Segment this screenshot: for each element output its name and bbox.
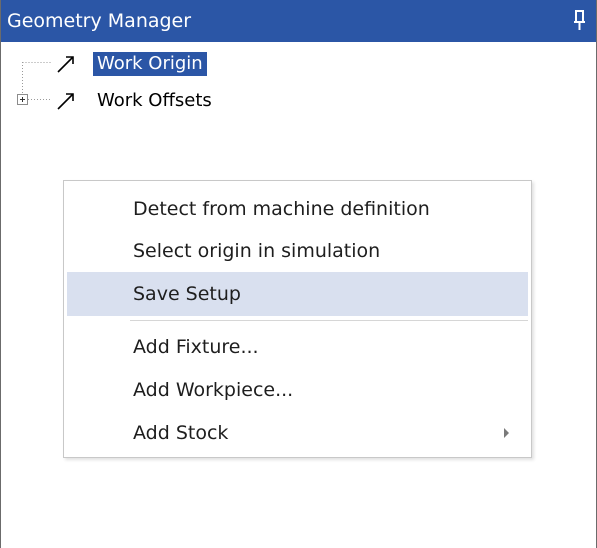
- menu-item-label: Save Setup: [133, 283, 241, 305]
- menu-item-label: Add Stock: [133, 422, 229, 444]
- menu-separator: [130, 320, 528, 321]
- menu-item-add-fixture[interactable]: Add Fixture...: [67, 325, 528, 369]
- tree-node-label: Work Origin: [93, 52, 207, 76]
- context-menu: Detect from machine definition Select or…: [63, 180, 532, 458]
- menu-item-add-workpiece[interactable]: Add Workpiece...: [67, 368, 528, 412]
- tree-node-work-offsets[interactable]: Work Offsets: [1, 86, 301, 116]
- panel-title-bar[interactable]: Geometry Manager: [1, 0, 596, 42]
- menu-item-add-stock[interactable]: Add Stock: [67, 411, 528, 455]
- submenu-arrow-icon: [504, 428, 509, 438]
- tree-node-label: Work Offsets: [97, 90, 212, 111]
- menu-item-label: Select origin in simulation: [133, 240, 381, 262]
- menu-item-label: Add Workpiece...: [133, 379, 294, 401]
- geometry-manager-panel: Geometry Manager Work Origin Work Offset…: [0, 0, 597, 548]
- panel-title: Geometry Manager: [7, 10, 192, 32]
- menu-item-detect-from-machine[interactable]: Detect from machine definition: [67, 187, 528, 231]
- menu-item-label: Add Fixture...: [133, 336, 259, 358]
- menu-item-label: Detect from machine definition: [133, 198, 430, 220]
- arrow-icon: [55, 53, 77, 79]
- tree-node-work-origin[interactable]: Work Origin: [1, 49, 301, 79]
- pin-icon[interactable]: [569, 9, 589, 33]
- arrow-icon: [55, 90, 77, 116]
- menu-item-save-setup[interactable]: Save Setup: [67, 272, 528, 316]
- menu-item-select-origin[interactable]: Select origin in simulation: [67, 229, 528, 273]
